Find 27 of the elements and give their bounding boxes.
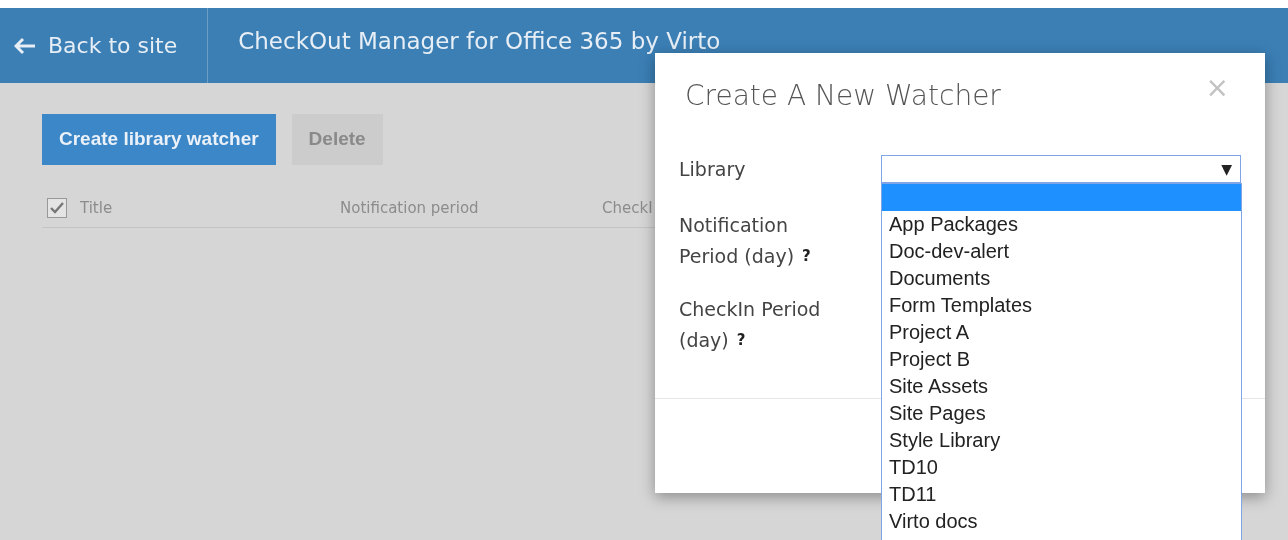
field-label: Notification Period (day) ? [679, 213, 812, 269]
dropdown-option[interactable]: Style Library [882, 427, 1241, 454]
dialog-title: Create A New Watcher [685, 78, 1001, 114]
field-label: Library [679, 157, 747, 182]
dropdown-option[interactable]: Virto docs [882, 508, 1241, 535]
dropdown-option[interactable]: TD11 [882, 481, 1241, 508]
dropdown-option[interactable]: Site Pages [882, 400, 1241, 427]
column-header: Notification period [340, 197, 480, 219]
select-all-checkbox[interactable] [47, 197, 67, 218]
caret-icon: ▼ [1221, 158, 1232, 180]
dropdown-option[interactable]: Site Assets [882, 373, 1241, 400]
library-dropdown[interactable]: ▼ [881, 155, 1241, 183]
field-label: CheckIn Period (day) ? [679, 297, 822, 353]
dropdown-option[interactable]: App Packages [882, 211, 1241, 238]
column-header: Title [80, 197, 114, 219]
dropdown-option[interactable]: Doc-dev-alert [882, 238, 1241, 265]
back-link[interactable]: Back to site [0, 8, 209, 83]
help-icon[interactable]: ? [802, 247, 811, 265]
app-title: CheckOut Manager for Office 365 by Virto [237, 27, 721, 57]
dropdown-option[interactable]: Project B [882, 346, 1241, 373]
dropdown-option[interactable]: Form Templates [882, 292, 1241, 319]
back-arrow-icon [14, 36, 36, 55]
column-header: CheckI [602, 197, 654, 219]
dropdown-option[interactable]: TD10 [882, 454, 1241, 481]
dropdown-option[interactable]: Project A [882, 319, 1241, 346]
dropdown-option[interactable]: Documents [882, 265, 1241, 292]
help-icon[interactable]: ? [736, 331, 746, 349]
